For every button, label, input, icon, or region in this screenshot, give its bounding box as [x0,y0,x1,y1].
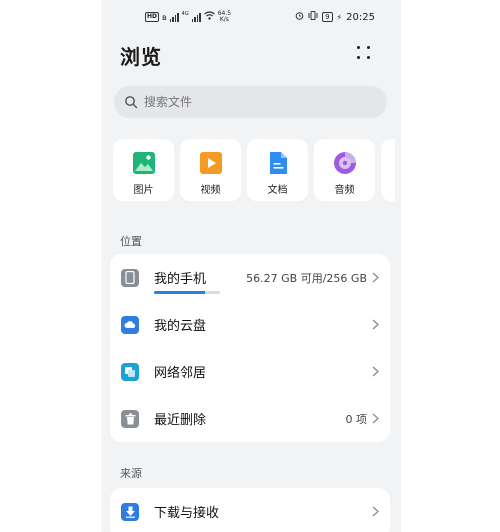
storage-usage-fill [154,291,206,294]
bluetooth-icon: ʙ [162,12,167,22]
alarm-icon [295,11,304,23]
page-title: 浏览 [120,45,162,69]
signal-icon-2 [191,12,201,22]
trash-icon [121,409,139,428]
row-label: 下载与接收 [154,506,220,521]
section-label-locations: 位置 [120,235,142,248]
location-my-cloud[interactable]: 我的云盘 [110,301,390,348]
category-label: 文档 [267,185,288,196]
wifi-icon [203,11,215,23]
signal-icon [169,12,179,22]
battery-icon: 9 [322,12,333,22]
row-label: 最近删除 [154,413,207,428]
chevron-right-icon [372,506,379,517]
category-videos[interactable]: 视频 [180,139,241,201]
status-bar: HD ʙ 4G 64.5 K/s 9 ⚡ 20:25 [101,0,401,36]
row-label: 网络邻居 [154,366,207,381]
download-icon [121,502,139,521]
sources-card: 下载与接收 [110,488,390,532]
section-label-sources: 来源 [120,467,142,480]
phone-icon [121,268,139,287]
chevron-right-icon [372,413,379,424]
category-images[interactable]: 图片 [113,139,174,201]
location-recently-deleted[interactable]: 最近删除 0 项 [110,395,390,442]
search-icon [125,96,138,109]
category-label: 图片 [133,185,154,196]
network-icon [121,362,139,381]
status-bar-right: 9 ⚡ 20:25 [295,11,375,23]
location-my-phone[interactable]: 我的手机 56.27 GB 可用/256 GB [110,254,390,301]
audio-icon [333,152,356,174]
vibrate-icon [308,11,318,23]
network-generation: 4G [181,11,189,17]
category-label: 视频 [200,185,221,196]
cloud-icon [121,315,139,334]
source-downloads[interactable]: 下载与接收 [110,488,390,532]
chevron-right-icon [372,319,379,330]
storage-usage-bar [154,291,220,294]
speed-unit: K/s [219,16,229,23]
document-icon [269,152,287,174]
network-speed: 64.5 K/s [218,11,231,23]
video-icon [199,152,222,174]
locations-card: 我的手机 56.27 GB 可用/256 GB 我的云盘 网络邻居 最近删除 0… [110,254,390,442]
chevron-right-icon [372,366,379,377]
search-input[interactable] [144,95,364,109]
status-bar-left: HD ʙ 4G 64.5 K/s [145,11,231,23]
phone-screen: HD ʙ 4G 64.5 K/s 9 ⚡ 20:25 浏览 搜索文件 图片 视频… [101,0,401,532]
storage-value: 56.27 GB 可用/256 GB [246,271,367,285]
hd-indicator: HD [145,12,160,22]
category-documents[interactable]: 文档 [247,139,308,201]
row-label: 我的手机 [154,272,207,287]
category-list: 图片 视频 文档 音频 [113,139,401,201]
location-network-neighborhood[interactable]: 网络邻居 [110,348,390,395]
search-bar[interactable] [114,86,387,118]
more-options-icon[interactable] [357,46,371,60]
status-time: 20:25 [346,11,375,23]
category-more[interactable] [381,139,395,201]
category-audio[interactable]: 音频 [314,139,375,201]
category-label: 音频 [334,185,355,196]
image-icon [132,152,155,174]
chevron-right-icon [372,272,379,283]
row-label: 我的云盘 [154,319,207,334]
charging-icon: ⚡ [336,12,343,22]
deleted-count: 0 项 [345,412,368,426]
